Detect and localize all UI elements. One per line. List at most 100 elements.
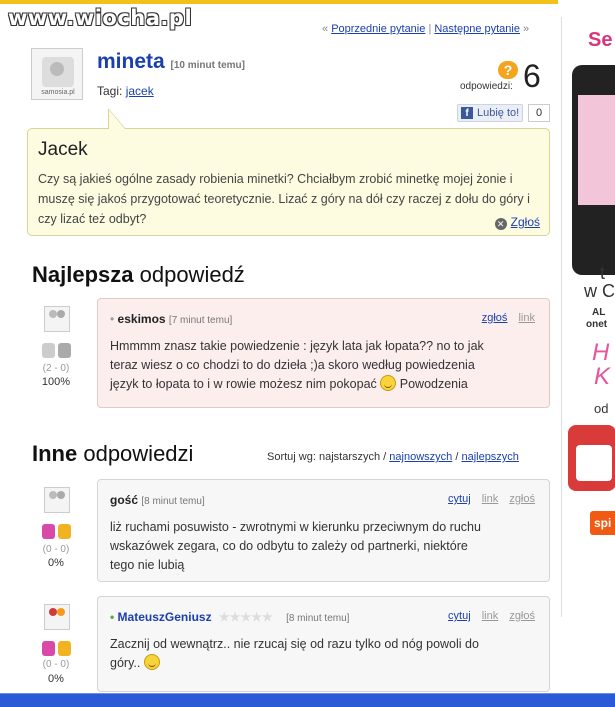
ad-text: K [594,363,611,390]
answer-vote: (0 - 0) 0% [36,641,76,691]
answer-author[interactable]: MateuszGeniusz [118,610,212,624]
answer-line: Hmmmm znasz takie powiedzenie : język la… [110,339,484,353]
answer-box: • MateuszGeniusz ★★★★★ [8 minut temu] cy… [97,596,550,692]
vote-percent: 100% [41,376,71,388]
vote-percent: 0% [48,673,64,685]
ad-text: od [594,401,609,416]
best-answer-heading: Najlepsza odpowiedź [32,262,245,288]
samosia-logo-icon [42,57,74,87]
nav-suffix: » [523,23,530,35]
vote-percent: 0% [48,557,64,569]
report-link[interactable]: zgłoś [482,312,508,324]
avatar-bubble-icon [49,491,57,499]
answers-count: 6 [523,58,541,94]
answer-text: Zacznij od wewnątrz.. nie rzucaj się od … [110,635,479,673]
thumb-down-icon[interactable] [58,343,71,358]
like-label: Lubię to! [477,107,520,119]
answer-links: cytuj link zgłoś [440,610,535,622]
avatar-bubble-icon [57,608,65,616]
ad-text: AL [592,307,606,318]
online-dot-icon: • [110,610,115,624]
permalink[interactable]: link [518,312,535,324]
question-title-text[interactable]: mineta [97,50,165,73]
answer-text: liż ruchami posuwisto - zwrotnymi w kier… [110,518,481,575]
answer-line: liż ruchami posuwisto - zwrotnymi w kier… [110,520,481,534]
tags-label: Tagi: [97,84,123,98]
ad-bag-image [568,425,615,491]
other-answers-heading: Inne odpowiedzi [32,441,193,467]
thumb-down-icon[interactable] [58,524,71,539]
status-dot-icon: • [110,312,115,326]
thumb-up-icon[interactable] [42,343,55,358]
speech-tail-fill [109,110,125,129]
thumb-up-icon[interactable] [42,641,55,656]
answer-line-text: język to łopata to i w rowie możesz nim … [110,377,377,391]
permalink[interactable]: link [482,493,499,505]
report-link[interactable]: zgłoś [509,610,535,622]
ad-text: onet [586,319,608,330]
thumb-down-icon[interactable] [58,641,71,656]
ad-button[interactable]: spi [590,511,615,535]
answer-line-text: góry.. [110,656,141,670]
quote-link[interactable]: cytuj [448,610,471,622]
answer-line: język to łopata to i w rowie możesz nim … [110,375,484,394]
nav-separator: | [428,23,432,35]
vote-count: (0 - 0) [42,659,70,670]
answer-links: zgłoś link [474,312,535,324]
phone-image [572,65,615,275]
best-answer-box: • eskimos [7 minut temu] zgłoś link Hmmm… [97,298,550,408]
answer-author[interactable]: eskimos [118,312,166,326]
asker-avatar[interactable]: samosia.pl [31,48,83,100]
answer-line: tego nie lubią [110,558,185,572]
answer-time: [8 minut temu] [141,496,205,507]
rating-stars: ★★★★★ [218,610,273,624]
sort-label: Sortuj wg: najstarszych / [267,451,387,463]
avatar-caption: samosia.pl [41,89,75,96]
smiley-icon [380,375,397,391]
like-button[interactable]: f Lubię to! [457,104,523,122]
question-time: [10 minut temu] [170,60,245,71]
sort-newest-link[interactable]: najnowszych [389,451,452,463]
report-link[interactable]: zgłoś [509,493,535,505]
report-question-link[interactable]: Zgłoś [511,215,540,229]
question-box: Jacek Czy są jakieś ogólne zasady robien… [27,128,550,236]
answer-author: gość [110,493,139,507]
best-answer-vote: (2 - 0) 100% [36,343,76,393]
answer-box: gość [8 minut temu] cytuj link zgłoś liż… [97,479,550,582]
answer-time: [8 minut temu] [286,613,350,624]
next-question-link[interactable]: Następne pytanie [434,23,520,35]
smiley-icon [143,654,160,670]
question-body: Czy są jakieś ogólne zasady robienia min… [38,172,530,226]
tag-link[interactable]: jacek [126,84,154,98]
answer-vote: (0 - 0) 0% [36,524,76,574]
answer-avatar[interactable] [44,487,70,513]
question-title[interactable]: mineta [10 minut temu] [97,50,245,74]
side-advertisement[interactable]: Se t w C AL onet H K od spi [561,17,615,617]
like-count: 0 [528,104,550,122]
sort-separator: / [455,451,459,463]
question-nav: « Poprzednie pytanie | Następne pytanie … [322,23,529,35]
thumb-up-icon[interactable] [42,524,55,539]
prev-question-link[interactable]: Poprzednie pytanie [331,23,425,35]
ad-text: Se [588,29,613,51]
avatar-bubble-icon [49,310,57,318]
sort-best-link[interactable]: najlepszych [461,451,518,463]
os-taskbar [0,693,615,707]
best-heading-rest: odpowiedź [133,262,245,287]
report-question[interactable]: ✕ Zgłoś [494,215,540,230]
vote-count: (2 - 0) [42,363,70,374]
close-circle-icon: ✕ [494,218,507,230]
answer-header: • eskimos [7 minut temu] [110,312,232,326]
answer-links: cytuj link zgłoś [440,493,535,505]
avatar-bubble-icon [49,608,57,616]
other-heading-rest: odpowiedzi [77,441,194,466]
answer-line: wskazówek zegara, co do odbytu to zależy… [110,539,468,553]
best-answer-avatar[interactable] [44,306,70,332]
other-heading-bold: Inne [32,441,78,466]
answer-avatar[interactable] [44,604,70,630]
answer-text: Hmmmm znasz takie powiedzenie : język la… [110,337,484,394]
permalink[interactable]: link [482,610,499,622]
question-author: Jacek [38,139,88,160]
quote-link[interactable]: cytuj [448,493,471,505]
sort-controls: Sortuj wg: najstarszych / najnowszych / … [267,451,519,463]
